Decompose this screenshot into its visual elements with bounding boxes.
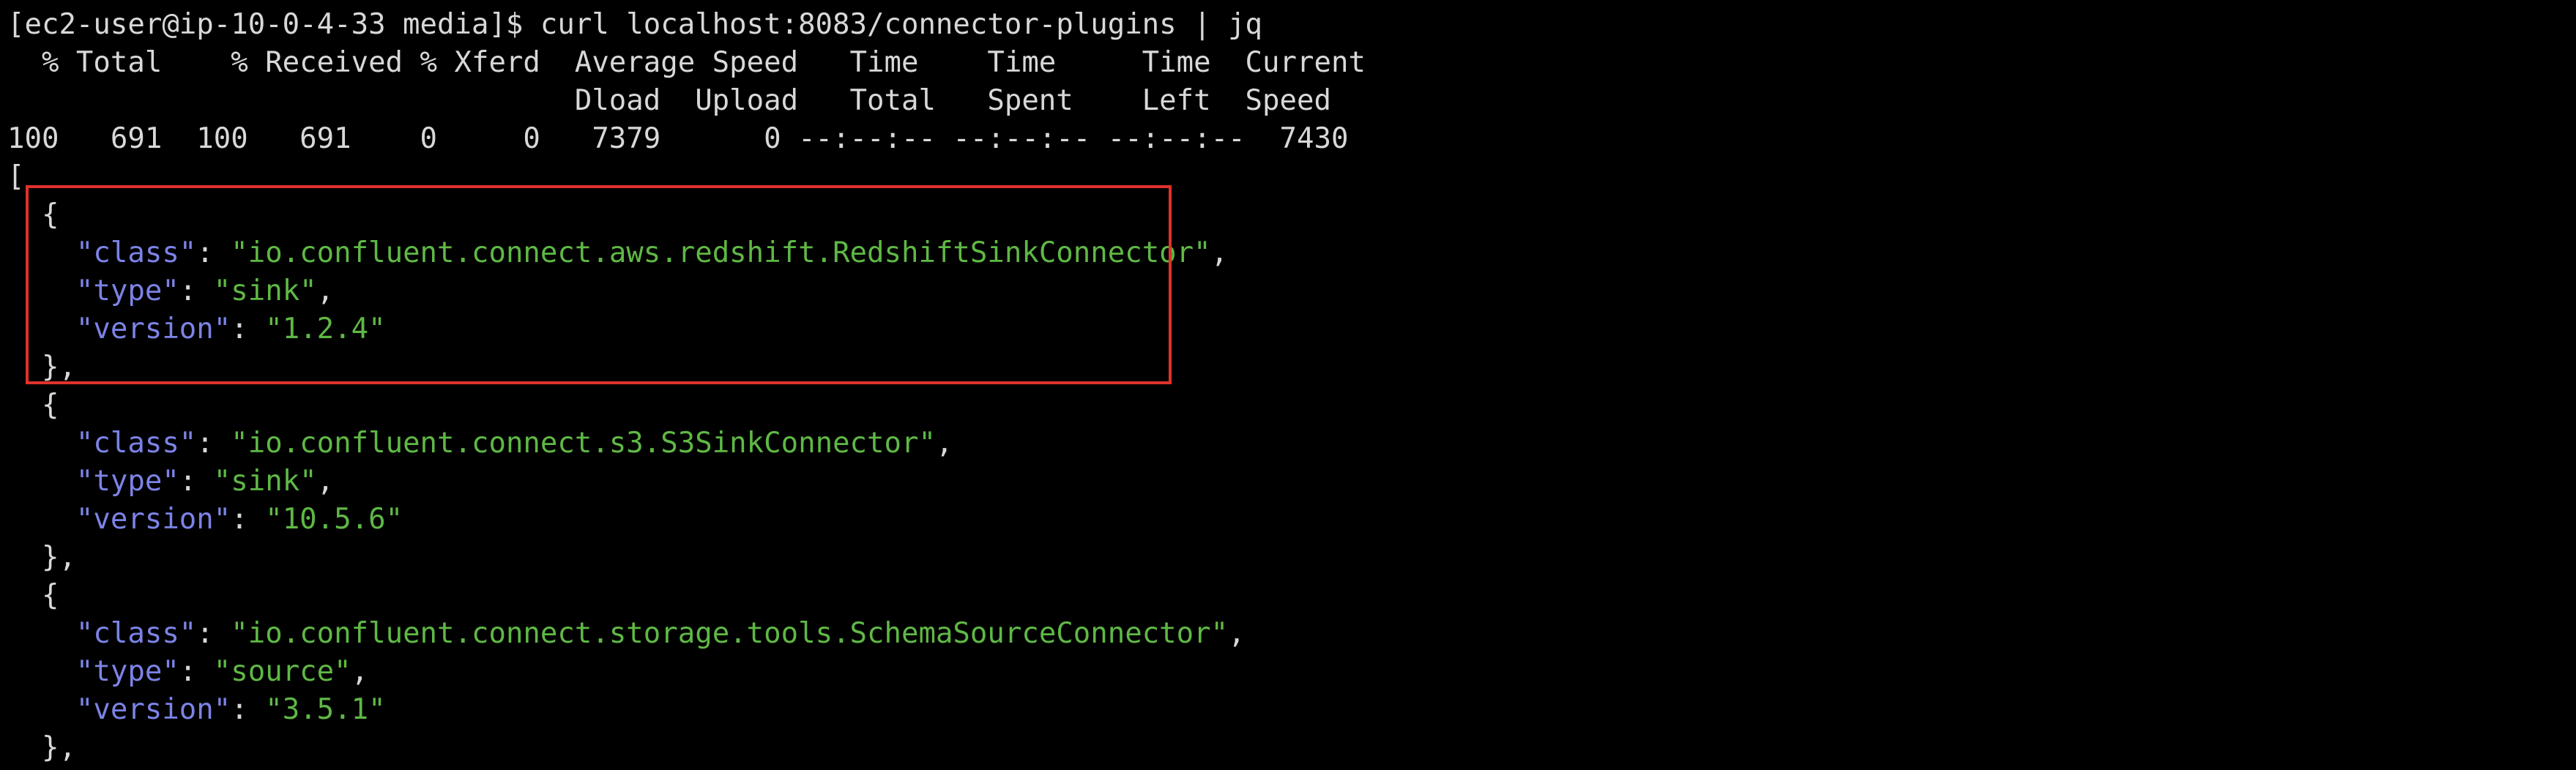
plugin-version-line: "version": "3.5.1" (7, 691, 386, 729)
plugin-class-value: "io.confluent.connect.s3.S3SinkConnector… (231, 427, 936, 460)
progress-header-2: Dload Upload Total Spent Left Speed (7, 84, 1331, 117)
plugin-version-line: "version": "10.5.6" (7, 501, 403, 539)
plugin-class-line: "class": "io.confluent.connect.s3.S3Sink… (7, 425, 953, 463)
json-key-type: "type" (75, 465, 179, 498)
plugin-type-value: "sink" (213, 465, 317, 498)
progress-header-1: % Total % Received % Xferd Average Speed… (7, 46, 1366, 79)
json-key-class: "class" (75, 427, 197, 460)
json-key-version: "version" (75, 693, 231, 726)
command-prompt-line: [ec2-user@ip-10-0-4-33 media]$ curl loca… (7, 8, 1263, 41)
colon: : (179, 655, 214, 688)
plugin-type-line: "type": "source", (7, 653, 368, 691)
comma: , (1210, 236, 1229, 269)
comma: , (1228, 617, 1246, 650)
json-open-brace: { (7, 389, 59, 422)
progress-values: 100 691 100 691 0 0 7379 0 --:--:-- --:-… (7, 122, 1349, 155)
comma: , (935, 427, 953, 460)
json-close-brace: }, (7, 541, 76, 574)
colon: : (196, 617, 231, 650)
comma: , (316, 465, 335, 498)
plugin-version-value: "3.5.1" (265, 693, 386, 726)
json-open-brace: { (7, 579, 59, 612)
plugin-type-value: "source" (213, 655, 351, 688)
colon: : (231, 693, 266, 726)
colon: : (231, 503, 266, 536)
colon: : (179, 465, 214, 498)
json-key-version: "version" (75, 503, 231, 536)
json-key-type: "type" (75, 655, 179, 688)
comma: , (351, 655, 369, 688)
plugin-class-value: "io.confluent.connect.storage.tools.Sche… (231, 617, 1229, 650)
json-close-brace: }, (7, 731, 76, 764)
plugin-class-line: "class": "io.confluent.connect.storage.t… (7, 615, 1246, 653)
json-key-class: "class" (75, 617, 197, 650)
colon: : (196, 427, 231, 460)
plugin-version-value: "10.5.6" (265, 503, 403, 536)
json-open-bracket: [ (7, 160, 25, 193)
terminal-window[interactable]: [ec2-user@ip-10-0-4-33 media]$ curl loca… (0, 0, 2576, 770)
plugin-type-line: "type": "sink", (7, 463, 334, 501)
redshift-connector-highlight-box (26, 185, 1172, 384)
